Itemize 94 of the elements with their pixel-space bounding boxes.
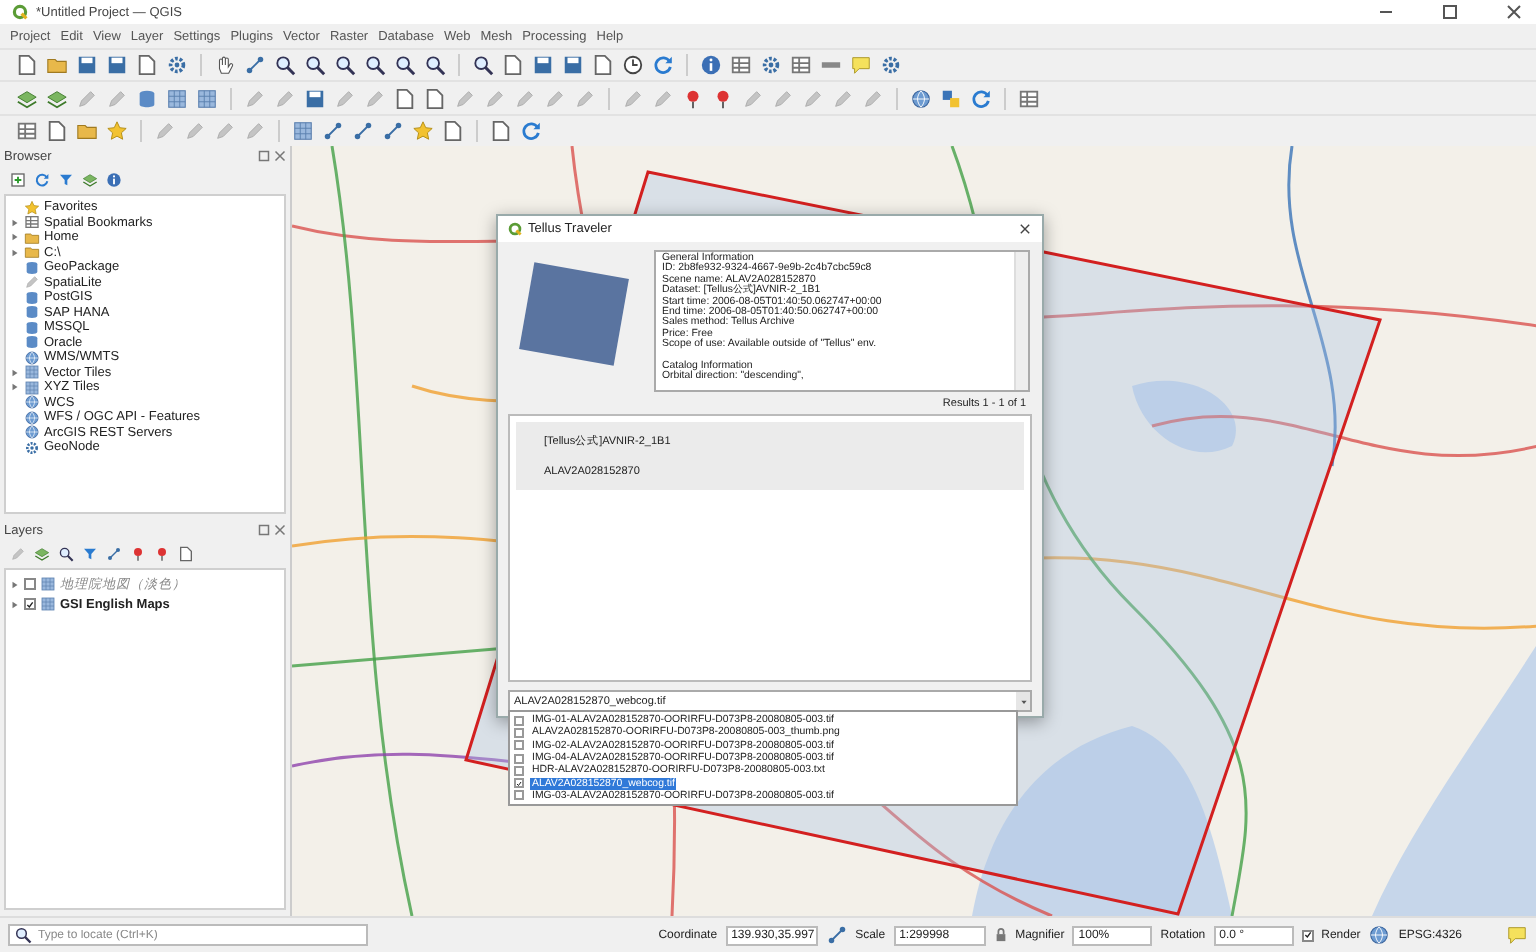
file-checkbox[interactable] <box>514 715 524 726</box>
globe-icon[interactable] <box>1368 924 1391 946</box>
add-icon[interactable] <box>10 172 26 188</box>
expand-arrow-icon[interactable] <box>10 232 20 243</box>
table-icon[interactable] <box>790 54 812 76</box>
globe-icon <box>24 349 40 366</box>
refresh-icon[interactable] <box>652 54 674 76</box>
magnifier-icon[interactable] <box>334 54 356 76</box>
node-icon[interactable] <box>244 54 266 76</box>
refresh-icon[interactable] <box>34 172 50 188</box>
layers-icon[interactable] <box>16 87 38 109</box>
info-icon[interactable] <box>700 54 722 76</box>
file-checkbox[interactable] <box>514 778 524 789</box>
page-icon[interactable] <box>136 54 158 76</box>
clock-icon[interactable] <box>622 54 644 76</box>
refresh-icon[interactable] <box>520 120 542 142</box>
page-icon[interactable] <box>490 120 512 142</box>
pencil-icon <box>24 274 40 291</box>
tiles-icon <box>40 596 56 612</box>
page-icon[interactable] <box>394 87 416 109</box>
expand-arrow-icon[interactable] <box>10 247 20 258</box>
render-checkbox[interactable] <box>1301 929 1314 941</box>
page-icon[interactable] <box>424 87 446 109</box>
funnel-icon[interactable] <box>82 546 98 562</box>
lock-icon[interactable] <box>993 928 1008 942</box>
magnifier-icon[interactable] <box>274 54 296 76</box>
magnifier-icon[interactable] <box>472 54 494 76</box>
node-icon[interactable] <box>106 546 122 562</box>
file-checkbox[interactable] <box>514 753 524 764</box>
magnifier-icon[interactable] <box>364 54 386 76</box>
page-icon[interactable] <box>502 54 524 76</box>
app-logo-icon <box>508 222 522 236</box>
star-icon <box>24 199 40 216</box>
expand-arrow-icon[interactable] <box>10 217 20 228</box>
pin-icon[interactable] <box>130 546 146 562</box>
page-icon[interactable] <box>16 54 38 76</box>
gear-icon <box>24 439 40 456</box>
magnifier-icon[interactable] <box>424 54 446 76</box>
info-icon[interactable] <box>106 172 122 188</box>
table-icon[interactable] <box>16 120 38 142</box>
node-icon[interactable] <box>382 120 404 142</box>
refresh-icon[interactable] <box>970 87 992 109</box>
folder-icon[interactable] <box>46 54 68 76</box>
star-icon[interactable] <box>412 120 434 142</box>
scrollbar[interactable] <box>1014 252 1028 390</box>
node-icon[interactable] <box>825 924 848 946</box>
layers-icon[interactable] <box>46 87 68 109</box>
caret-icon <box>1019 697 1027 705</box>
page-icon[interactable] <box>592 54 614 76</box>
hand-icon[interactable] <box>214 54 236 76</box>
close-icon[interactable] <box>1504 2 1524 22</box>
magnifier-icon[interactable] <box>58 546 74 562</box>
float-icon[interactable] <box>258 524 270 536</box>
tiles-icon[interactable] <box>166 87 188 109</box>
table-icon[interactable] <box>1018 87 1040 109</box>
table-icon <box>24 214 40 231</box>
pin-icon[interactable] <box>682 87 704 109</box>
gear-icon[interactable] <box>760 54 782 76</box>
layers-icon[interactable] <box>34 546 50 562</box>
file-checkbox[interactable] <box>514 790 524 801</box>
layers-icon[interactable] <box>82 172 98 188</box>
float-icon[interactable] <box>258 150 270 162</box>
pin-icon[interactable] <box>712 87 734 109</box>
layer-checkbox[interactable] <box>24 578 36 590</box>
file-checkbox[interactable] <box>514 727 524 738</box>
magnifier-icon <box>14 926 32 944</box>
database-icon <box>24 259 40 276</box>
page-icon[interactable] <box>46 120 68 142</box>
magnifier-icon[interactable] <box>394 54 416 76</box>
expand-arrow-icon[interactable] <box>10 367 20 378</box>
database-icon[interactable] <box>136 87 158 109</box>
close-icon[interactable] <box>1018 222 1032 236</box>
gear-icon[interactable] <box>166 54 188 76</box>
tiles-icon <box>40 576 56 592</box>
expand-arrow-icon[interactable] <box>10 382 20 393</box>
file-checkbox[interactable] <box>514 740 524 751</box>
layer-checkbox[interactable] <box>24 598 36 610</box>
node-icon[interactable] <box>322 120 344 142</box>
file-checkbox[interactable] <box>514 765 524 776</box>
node-icon[interactable] <box>352 120 374 142</box>
globe-icon[interactable] <box>910 87 932 109</box>
tiles-icon[interactable] <box>292 120 314 142</box>
table-icon[interactable] <box>730 54 752 76</box>
tiles-icon[interactable] <box>196 87 218 109</box>
page-icon[interactable] <box>442 120 464 142</box>
star-icon[interactable] <box>106 120 128 142</box>
magnifier-icon[interactable] <box>304 54 326 76</box>
funnel-icon[interactable] <box>58 172 74 188</box>
maximize-icon[interactable] <box>1440 2 1460 22</box>
page-icon[interactable] <box>178 546 194 562</box>
folder-icon[interactable] <box>76 120 98 142</box>
pin-icon[interactable] <box>154 546 170 562</box>
app-logo-icon <box>12 4 28 20</box>
gear-icon[interactable] <box>880 54 902 76</box>
